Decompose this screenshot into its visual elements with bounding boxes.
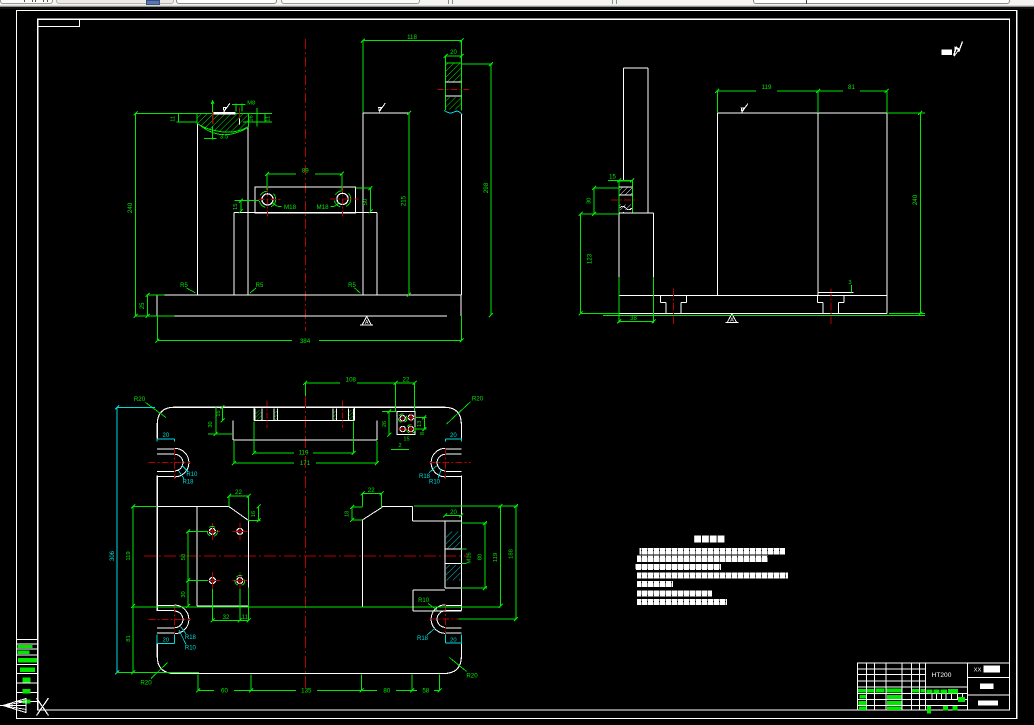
svg-text:HT200: HT200 xyxy=(932,672,952,679)
svg-text:R5: R5 xyxy=(256,283,264,289)
svg-text:M16: M16 xyxy=(467,552,473,563)
svg-text:13: 13 xyxy=(417,421,423,427)
svg-text:M18: M18 xyxy=(316,204,329,211)
svg-text:3.5: 3.5 xyxy=(220,135,229,141)
svg-text:60: 60 xyxy=(221,687,228,694)
svg-text:XX: XX xyxy=(974,668,982,674)
svg-text:38: 38 xyxy=(630,316,637,322)
svg-text:22: 22 xyxy=(368,487,375,494)
svg-text:119: 119 xyxy=(493,553,499,562)
svg-text:20: 20 xyxy=(450,433,457,439)
svg-text:22: 22 xyxy=(403,376,410,383)
svg-text:81: 81 xyxy=(126,635,132,641)
svg-text:R20: R20 xyxy=(140,679,152,686)
svg-text:R18: R18 xyxy=(417,636,429,642)
svg-text:135: 135 xyxy=(301,687,312,694)
svg-text:16: 16 xyxy=(251,511,257,517)
svg-text:A: A xyxy=(730,317,734,323)
svg-text:18: 18 xyxy=(344,511,350,517)
svg-text:171: 171 xyxy=(300,460,311,467)
svg-text:30: 30 xyxy=(208,421,214,427)
svg-text:240: 240 xyxy=(912,194,919,205)
svg-text:R20: R20 xyxy=(134,396,146,403)
svg-text:R10: R10 xyxy=(429,479,441,485)
svg-text:26: 26 xyxy=(382,421,388,427)
svg-text:119: 119 xyxy=(299,449,309,456)
svg-text:25: 25 xyxy=(140,302,146,309)
svg-text:108: 108 xyxy=(346,376,357,383)
svg-text:119: 119 xyxy=(126,551,132,560)
svg-text:11: 11 xyxy=(242,615,249,621)
svg-text:30: 30 xyxy=(587,198,593,204)
svg-text:215: 215 xyxy=(401,195,408,206)
svg-text:20: 20 xyxy=(450,50,457,56)
svg-text:15: 15 xyxy=(233,204,239,210)
svg-text:89: 89 xyxy=(302,168,309,175)
svg-text:20: 20 xyxy=(450,510,457,516)
svg-text:119: 119 xyxy=(762,84,772,91)
svg-text:R5: R5 xyxy=(348,283,356,289)
svg-text:8: 8 xyxy=(420,432,426,435)
svg-text:15: 15 xyxy=(216,410,222,416)
svg-text:22: 22 xyxy=(235,489,242,496)
svg-text:298: 298 xyxy=(483,182,490,193)
svg-text:R18: R18 xyxy=(185,635,197,641)
svg-text:A: A xyxy=(365,320,369,326)
svg-text:306: 306 xyxy=(110,550,116,561)
svg-text:118: 118 xyxy=(407,34,417,41)
svg-text:240: 240 xyxy=(127,202,134,213)
svg-text:188: 188 xyxy=(508,549,514,559)
svg-text:123: 123 xyxy=(587,253,594,264)
svg-text:80: 80 xyxy=(477,554,483,560)
svg-text:30: 30 xyxy=(181,591,187,597)
svg-text:R10: R10 xyxy=(185,646,197,652)
svg-text:M8: M8 xyxy=(247,101,255,107)
svg-text:58: 58 xyxy=(422,687,429,694)
svg-text:32: 32 xyxy=(223,615,230,621)
svg-text:384: 384 xyxy=(300,338,311,345)
svg-text:R10: R10 xyxy=(418,598,430,604)
svg-text:80: 80 xyxy=(383,687,390,694)
svg-text:20: 20 xyxy=(450,637,456,643)
svg-text:11: 11 xyxy=(171,116,177,122)
svg-text:15: 15 xyxy=(403,437,409,443)
svg-text:R10: R10 xyxy=(186,472,198,478)
svg-text:20: 20 xyxy=(163,638,169,644)
svg-text:50: 50 xyxy=(363,199,369,205)
svg-text:3: 3 xyxy=(848,280,851,286)
svg-text:R20: R20 xyxy=(466,672,478,679)
svg-text:M18: M18 xyxy=(284,204,297,211)
svg-text:58: 58 xyxy=(181,554,187,560)
svg-text:20: 20 xyxy=(163,433,170,439)
svg-text:81: 81 xyxy=(848,84,855,91)
svg-text:11: 11 xyxy=(265,116,271,122)
svg-text:R18: R18 xyxy=(182,480,194,486)
svg-text:16: 16 xyxy=(248,115,254,121)
svg-text:15: 15 xyxy=(609,174,616,180)
svg-text:R20: R20 xyxy=(472,395,484,402)
svg-text:2: 2 xyxy=(398,443,401,449)
